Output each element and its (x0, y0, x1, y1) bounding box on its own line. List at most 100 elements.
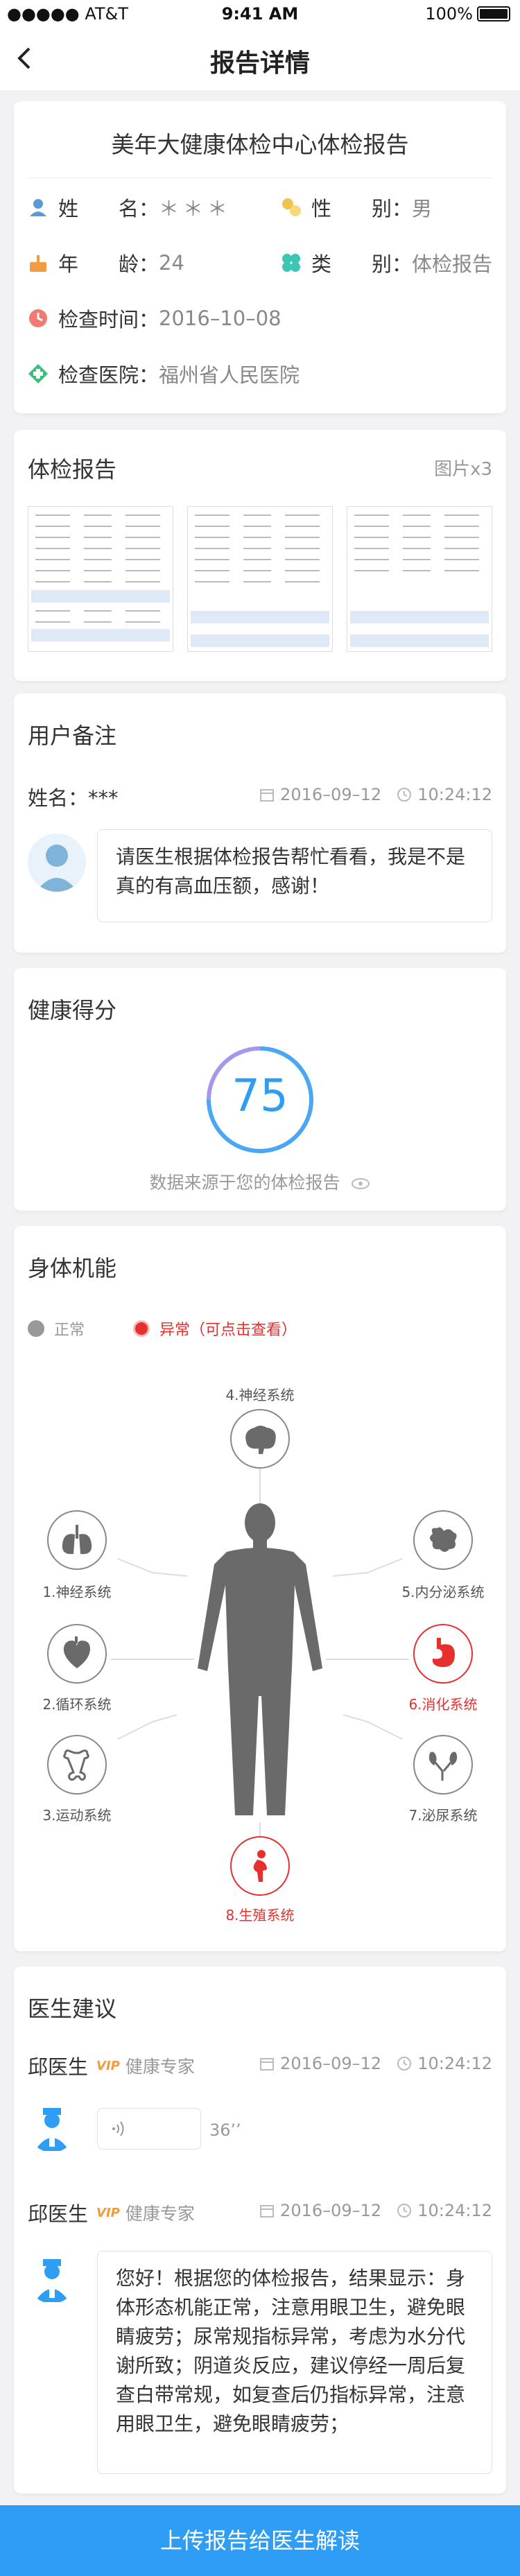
lungs-icon[interactable] (47, 1510, 107, 1570)
advice-time: 10:24:12 (417, 2054, 492, 2073)
doctor-avatar (28, 2255, 76, 2303)
calendar-icon (260, 789, 275, 802)
health-score-title: 健康得分 (28, 997, 117, 1023)
hospital-value: 福州省人民医院 (159, 363, 300, 387)
score-source-text: 数据来源于您的体检报告 (149, 1173, 340, 1193)
exam-time-row: 检查时间： 2016–10–08 (28, 304, 281, 333)
endocrine-icon[interactable] (413, 1510, 473, 1570)
system-label-bottom: 8.生殖系统 (225, 1907, 295, 1924)
type-value: 体检报告 (412, 252, 493, 276)
exam-report-card: 体检报告 图片x3 (14, 430, 506, 681)
gender-label: 性 别： (311, 197, 413, 221)
clock-icon (397, 2057, 412, 2071)
age-label: 年 龄： (58, 252, 159, 276)
health-score-card: 健康得分 75 数据来源于您的体检报告 (14, 968, 506, 1211)
user-note-title: 用户备注 (28, 723, 117, 749)
calendar-icon (260, 2205, 275, 2218)
status-bar: ●●●●● AT&T 9:41 AM 100% (0, 0, 520, 28)
system-label-r2: 6.消化系统 (408, 1696, 478, 1713)
system-label-l3: 3.运动系统 (42, 1807, 112, 1824)
nav-bar: 报告详情 (0, 28, 520, 90)
exam-report-title: 体检报告 (28, 456, 117, 483)
type-label: 类 别： (311, 252, 413, 276)
image-count[interactable]: 图片x3 (434, 455, 492, 481)
name-row: 姓 名： ＊＊＊ (28, 193, 232, 222)
doctor-advice-title: 医生建议 (28, 1996, 117, 2022)
human-body-figure (198, 1503, 322, 1815)
report-title: 美年大健康体检中心体检报告 (111, 131, 409, 158)
age-value: 24 (159, 251, 184, 275)
vip-badge: VIP (96, 2205, 120, 2220)
system-label-l1: 1.神经系统 (42, 1584, 112, 1600)
gender-row: 性 别： 男 (281, 193, 432, 222)
report-thumbnail-1[interactable] (28, 506, 173, 652)
advice-timestamp-2: 2016–09–12 10:24:12 (259, 2201, 492, 2220)
advice-message-bubble: 您好！根据您的体检报告，结果显示：身体形态机能正常，注意用眼卫生，避免眼睛疲劳；… (97, 2251, 492, 2474)
system-label-r3: 7.泌尿系统 (408, 1807, 478, 1824)
hospital-label: 检查医院： (58, 363, 159, 387)
user-avatar (28, 833, 86, 892)
advice-date: 2016–09–12 (280, 2201, 382, 2220)
page-title: 报告详情 (209, 49, 310, 78)
type-row: 类 别： 体检报告 (281, 248, 492, 277)
calendar-icon (260, 2058, 275, 2071)
report-thumbnail-3[interactable] (347, 506, 492, 652)
doctor-role: 健康专家 (125, 2057, 195, 2077)
clock-icon (397, 788, 412, 802)
doctor-avatar (28, 2104, 76, 2152)
doctor-advice-card: 医生建议 邱医生 VIP 健康专家 2016–09–12 10:24:12 36… (14, 1966, 506, 2493)
battery-indicator: 100% (425, 4, 510, 24)
exam-time-value: 2016–10–08 (159, 306, 281, 330)
note-timestamp: 2016–09–12 10:24:12 (259, 785, 492, 804)
doctor-header-1: 邱医生 VIP 健康专家 (28, 2051, 195, 2080)
doctor-header-2: 邱医生 VIP 健康专家 (28, 2198, 195, 2227)
brain-icon[interactable] (230, 1409, 290, 1469)
doctor-name: 邱医生 (28, 2202, 89, 2226)
user-note-card: 用户备注 姓名：*** 2016–09–12 10:24:12 请医生根据体检报… (14, 693, 506, 953)
voice-duration: 36’’ (209, 2120, 241, 2140)
score-value: 75 (232, 1071, 288, 1122)
eye-icon[interactable] (351, 1174, 370, 1194)
upload-report-button[interactable]: 上传报告给医生解读 (0, 2505, 520, 2576)
voice-wave-icon (112, 2121, 124, 2136)
doctor-role: 健康专家 (125, 2204, 195, 2224)
battery-icon (477, 6, 510, 21)
advice-date: 2016–09–12 (280, 2054, 382, 2073)
vip-badge: VIP (96, 2058, 120, 2073)
doctor-name: 邱医生 (28, 2055, 89, 2079)
note-date: 2016–09–12 (280, 785, 382, 804)
name-label: 姓 名： (58, 197, 159, 221)
battery-percent: 100% (425, 4, 473, 24)
system-label-top: 4.神经系统 (225, 1387, 295, 1403)
gender-value: 男 (412, 197, 433, 221)
bone-icon[interactable] (47, 1735, 107, 1795)
note-message-bubble: 请医生根据体检报告帮忙看看，我是不是真的有高血压额，感谢！ (97, 829, 492, 922)
stomach-icon[interactable] (413, 1624, 473, 1684)
hospital-row: 检查医院： 福州省人民医院 (28, 359, 300, 388)
score-gauge: 75 (205, 1044, 315, 1155)
cake-icon (30, 255, 46, 272)
body-function-card: 身体机能 正常 异常（可点击查看） 4.神经系统 1.神经系统 2.循环系统 3… (14, 1226, 506, 1951)
hospital-icon (28, 364, 48, 383)
system-label-r1: 5.内分泌系统 (401, 1584, 485, 1600)
clock-icon (397, 2204, 412, 2218)
reproductive-icon[interactable] (230, 1836, 290, 1896)
age-row: 年 龄： 24 (28, 248, 184, 277)
user-icon (30, 199, 46, 216)
advice-time: 10:24:12 (417, 2201, 492, 2220)
advice-timestamp-1: 2016–09–12 10:24:12 (259, 2054, 492, 2073)
gender-icon (282, 198, 301, 216)
report-info-card: 美年大健康体检中心体检报告 姓 名： ＊＊＊ 性 别： 男 年 龄： 24 类 … (14, 101, 506, 413)
clock-icon (29, 309, 47, 327)
exam-time-label: 检查时间： (58, 308, 159, 331)
score-source-row: 数据来源于您的体检报告 (14, 1169, 506, 1194)
note-user-name: 姓名：*** (28, 786, 119, 810)
heart-icon[interactable] (47, 1624, 107, 1684)
note-time: 10:24:12 (417, 785, 492, 804)
voice-message-button[interactable] (97, 2108, 201, 2150)
kidney-icon[interactable] (413, 1735, 473, 1795)
report-thumbnail-2[interactable] (187, 506, 333, 652)
name-value: ＊＊＊ (159, 197, 232, 221)
system-label-l2: 2.循环系统 (42, 1696, 112, 1713)
category-icon (282, 254, 300, 272)
